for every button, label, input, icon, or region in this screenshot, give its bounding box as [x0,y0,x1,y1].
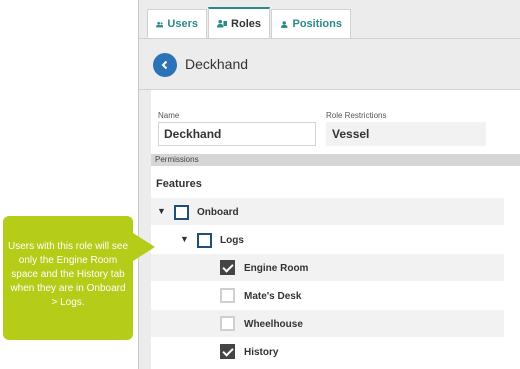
expand-triangle-icon[interactable]: ▼ [180,234,189,244]
tab-positions[interactable]: Positions [271,9,351,38]
checkbox-history[interactable] [220,344,235,359]
checkbox-onboard[interactable] [174,205,189,220]
tree-label-logs: Logs [220,235,244,246]
checkbox-wheelhouse[interactable] [220,316,235,331]
features-heading: Features [156,178,202,190]
tab-positions-label: Positions [292,18,342,30]
tab-users[interactable]: Users [147,9,207,38]
roles-icon [217,19,228,28]
back-button[interactable] [153,53,177,77]
expand-triangle-icon[interactable]: ▼ [157,206,166,216]
users-icon [156,21,164,27]
chevron-left-icon [161,60,168,70]
permissions-header: Permissions [151,154,520,166]
tree-label-onboard: Onboard [197,207,239,218]
role-form: Name Deckhand Role Restrictions Vessel P… [151,90,520,369]
checkbox-logs[interactable] [197,233,212,248]
annotation-callout: Users with this role will see only the E… [3,216,133,340]
tab-users-label: Users [167,18,198,30]
callout-pointer [133,233,155,261]
tree-label-mates-desk: Mate's Desk [244,291,302,302]
role-restrictions-label: Role Restrictions [326,111,387,120]
tree-label-history: History [244,347,279,358]
tab-roles-label: Roles [231,17,261,30]
checkbox-mates-desk[interactable] [220,288,235,303]
role-header: Deckhand [139,38,520,90]
name-field[interactable]: Deckhand [158,122,316,146]
tree-row-engine-room[interactable]: Engine Room [151,254,504,281]
role-restrictions-field: Vessel [326,122,486,146]
checkbox-engine-room[interactable] [220,260,235,275]
person-icon [280,20,288,28]
tab-roles[interactable]: Roles [208,7,270,38]
tab-bar: Users Roles Positions [147,7,352,38]
tree-row-onboard[interactable]: ▼ Onboard [151,198,504,225]
name-label: Name [158,111,180,120]
screen: Users Roles Positions Deckhand Name Deck… [0,0,520,369]
tree-label-engine-room: Engine Room [244,263,309,274]
tree-row-history[interactable]: History [151,338,504,365]
page-title: Deckhand [185,56,249,72]
tree-row-logs[interactable]: ▼ Logs [151,226,504,253]
tree-label-wheelhouse: Wheelhouse [244,319,303,330]
tree-row-mates-desk[interactable]: Mate's Desk [151,282,504,309]
roles-panel: Users Roles Positions Deckhand Name Deck… [138,0,520,369]
tree-row-wheelhouse[interactable]: Wheelhouse [151,310,504,337]
